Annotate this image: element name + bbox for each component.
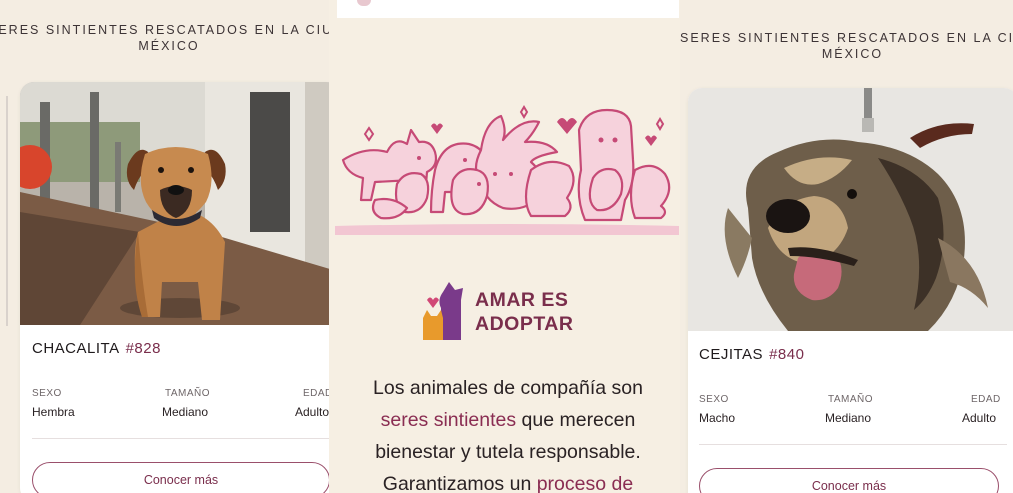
para-line-1: Los animales de compañía son xyxy=(373,377,643,399)
pet-name: CEJITAS xyxy=(699,346,764,363)
attr-value-sexo: Hembra xyxy=(32,405,75,419)
attr-label-tamano: TAMAÑO xyxy=(165,388,211,399)
pet-card-chacalita[interactable]: CHACALITA #828 SEXO Hembra TAMAÑO Mediano… xyxy=(20,82,340,493)
attr-label-sexo: SEXO xyxy=(32,388,62,399)
attr-value-tamano: Mediano xyxy=(162,405,209,419)
pet-number: #840 xyxy=(769,346,805,363)
para-line-3: bienestar y tutela responsable. xyxy=(375,441,641,463)
brand-text: AMAR ES ADOPTAR xyxy=(475,288,573,336)
pet-number: #828 xyxy=(125,340,161,357)
section-heading: SERES SINTIENTES RESCATADOS EN LA CIUDAD… xyxy=(680,30,1013,62)
middle-panel: AMAR ES ADOPTAR Los animales de compañía… xyxy=(329,0,685,493)
attr-value-edad: Adulto xyxy=(962,411,997,425)
pet-name: CHACALITA xyxy=(32,340,120,357)
para-line-4-start: Garantizamos un xyxy=(382,473,537,493)
pet-name-row: CEJITAS #840 xyxy=(699,346,804,363)
pet-name-row: CHACALITA #828 xyxy=(32,340,161,357)
logo-mark-icon xyxy=(357,0,371,6)
animals-group-illustration xyxy=(335,100,679,235)
right-panel: SERES SINTIENTES RESCATADOS EN LA CIUDAD… xyxy=(680,0,1013,493)
carousel-edge xyxy=(6,96,8,326)
conocer-mas-button[interactable]: Conocer más xyxy=(32,462,330,493)
para-line-2-rest: que merecen xyxy=(516,409,636,431)
attr-label-edad: EDAD xyxy=(971,394,1001,405)
attr-label-sexo: SEXO xyxy=(699,394,729,405)
card-divider xyxy=(32,438,332,439)
conocer-mas-button[interactable]: Conocer más xyxy=(699,468,999,493)
dog-cat-heart-logo-icon xyxy=(419,278,467,344)
section-heading: SERES SINTIENTES RESCATADOS EN LA CIUDAD… xyxy=(0,22,340,54)
brand-line-1: AMAR ES xyxy=(475,289,569,311)
attr-value-sexo: Macho xyxy=(699,411,736,425)
dog-photo xyxy=(20,82,340,325)
para-line-2: seres sintientes que merecen xyxy=(343,404,673,436)
heading-line-2: MÉXICO xyxy=(138,39,200,53)
para-line-4: Garantizamos un proceso de xyxy=(343,468,673,493)
attr-value-tamano: Mediano xyxy=(825,411,872,425)
left-panel: SERES SINTIENTES RESCATADOS EN LA CIUDAD… xyxy=(0,0,340,493)
card-divider xyxy=(699,444,1007,445)
heading-line-2: MÉXICO xyxy=(821,47,884,61)
brand-line-2: ADOPTAR xyxy=(475,313,574,335)
highlight-proceso-de: proceso de xyxy=(536,473,634,493)
intro-paragraph: Los animales de compañía son seres sinti… xyxy=(343,372,673,493)
attr-value-edad: Adulto xyxy=(295,405,330,419)
attr-label-tamano: TAMAÑO xyxy=(828,394,874,405)
highlight-seres-sintientes: seres sintientes xyxy=(380,409,517,431)
pet-card-cejitas[interactable]: CEJITAS #840 SEXO Macho TAMAÑO Mediano ED… xyxy=(688,88,1013,493)
dog-photo xyxy=(688,88,1013,331)
top-bar xyxy=(337,0,679,18)
heading-line-1: SERES SINTIENTES RESCATADOS EN LA CIUDAD… xyxy=(680,31,1013,45)
heading-line-1: SERES SINTIENTES RESCATADOS EN LA CIUDAD… xyxy=(0,23,340,37)
